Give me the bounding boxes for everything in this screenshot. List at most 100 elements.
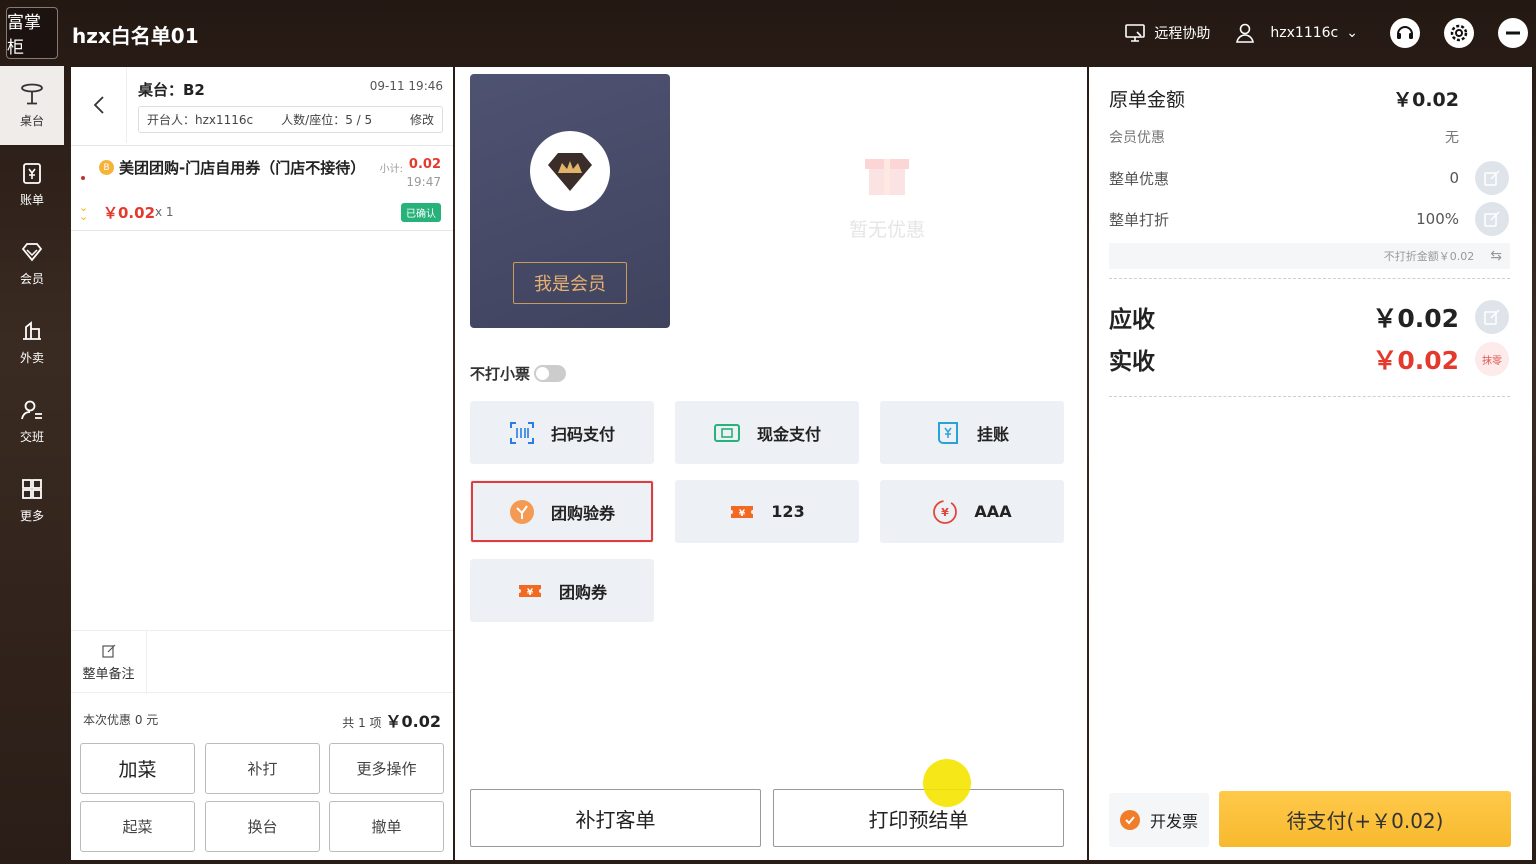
- app-logo: 富掌柜: [6, 7, 58, 59]
- sidebar-item-shift[interactable]: 交班: [0, 382, 64, 461]
- sidebar-item-delivery[interactable]: 外卖: [0, 303, 64, 382]
- status-badge: 已确认: [401, 203, 441, 222]
- total-amount: ￥0.02: [385, 712, 441, 731]
- svg-text:¥: ¥: [942, 506, 950, 519]
- scan-pay-button[interactable]: 扫码支付: [470, 401, 654, 464]
- edit-order-rate-button[interactable]: [1475, 202, 1509, 236]
- no-receipt-toggle[interactable]: [534, 365, 567, 382]
- sidebar-item-label: 更多: [19, 509, 44, 523]
- remote-help-button[interactable]: 远程协助: [1124, 22, 1210, 44]
- sidebar-item-label: 会员: [19, 272, 44, 286]
- sidebar-item-members[interactable]: 会员: [0, 224, 64, 303]
- item-price: ￥0.02: [103, 204, 156, 222]
- member-discount-row: 会员优惠 无: [1109, 126, 1509, 148]
- opener-text: 开台人：hzx1116c: [147, 113, 254, 127]
- table-icon: [21, 83, 43, 105]
- scan-icon: [509, 421, 534, 444]
- order-note-label: 整单备注: [82, 667, 135, 682]
- cash-pay-button[interactable]: 现金支付: [675, 401, 859, 464]
- sidebar-item-label: 交班: [19, 430, 44, 444]
- chevron-down-icon: ⌄: [1346, 25, 1358, 41]
- change-table-button[interactable]: 换台: [205, 801, 320, 852]
- shift-icon: [21, 400, 42, 420]
- gear-icon: [1450, 24, 1468, 42]
- add-dish-button[interactable]: 加菜: [80, 743, 195, 794]
- sidebar-item-label: 外卖: [19, 351, 44, 365]
- print-prebill-button[interactable]: 打印预结单: [773, 789, 1064, 847]
- reprint-guest-bill-button[interactable]: 补打客单: [470, 789, 761, 847]
- top-bar: 富掌柜 hzx白名单01 远程协助 hzx1116c ⌄: [0, 0, 1536, 66]
- user-menu[interactable]: hzx1116c ⌄: [1234, 22, 1358, 44]
- modify-link[interactable]: 修改: [410, 111, 434, 128]
- round-off-button[interactable]: 抹零: [1475, 342, 1509, 376]
- edit-icon: [101, 644, 115, 658]
- crown-diamond-icon: [530, 131, 610, 211]
- order-total: 共 1 项 ￥0.02: [342, 708, 441, 732]
- monitor-icon: [1125, 24, 1146, 42]
- settings-button[interactable]: [1444, 18, 1474, 48]
- edit-order-discount-button[interactable]: [1475, 161, 1509, 195]
- no-receipt-toggle-row: 不打小票: [470, 363, 567, 384]
- order-note-button[interactable]: 整单备注: [71, 631, 147, 694]
- support-button[interactable]: [1390, 18, 1420, 48]
- order-discount-value: 0: [1449, 169, 1459, 187]
- divider: [1109, 396, 1510, 397]
- user-icon: [1236, 23, 1255, 43]
- sidebar: 桌台 账单 会员 外卖 交班 更多: [0, 66, 64, 864]
- no-discount-text: 暂无优惠: [848, 219, 925, 241]
- order-panel: 桌台：B2 09-11 19:46 开台人：hzx1116c 人数/座位：5 /…: [71, 67, 453, 860]
- sidebar-item-tables[interactable]: 桌台: [0, 66, 64, 145]
- swap-icon[interactable]: ⇆: [1490, 248, 1502, 264]
- paid-value: ￥0.02: [1372, 346, 1459, 375]
- sidebar-item-label: 桌台: [19, 114, 44, 128]
- payment-label: 扫码支付: [550, 424, 615, 444]
- groupbuy-coupon-button[interactable]: ¥ 团购券: [470, 559, 654, 622]
- credit-button[interactable]: 挂账: [880, 401, 1064, 464]
- member-card[interactable]: 我是会员: [470, 74, 670, 328]
- order-rate-row: 整单打折 100%: [1109, 202, 1509, 236]
- original-amount-row: 原单金额 ￥0.02: [1109, 83, 1509, 113]
- store-title: hzx白名单01: [72, 24, 199, 48]
- pay-button[interactable]: 待支付(+￥0.02): [1219, 791, 1511, 847]
- subtotal-label: 小计:: [379, 164, 403, 175]
- order-discount-row: 整单优惠 0: [1109, 161, 1509, 195]
- item-name: 美团团购-门店自用券（门店不接待）: [119, 159, 366, 177]
- i-am-member-button[interactable]: 我是会员: [513, 262, 627, 304]
- member-discount-value: 无: [1445, 130, 1459, 146]
- remote-help-label: 远程协助: [1154, 26, 1211, 42]
- edit-icon: [1484, 211, 1500, 227]
- sidebar-item-more[interactable]: 更多: [0, 461, 64, 540]
- item-dot: [81, 176, 85, 180]
- payment-123-button[interactable]: ¥ 123: [675, 480, 859, 543]
- headset-icon: [1397, 26, 1413, 39]
- invoice-label: 开发票: [1149, 812, 1198, 831]
- original-amount-label: 原单金额: [1109, 88, 1186, 111]
- sidebar-item-label: 账单: [19, 193, 44, 207]
- cancel-order-button[interactable]: 撤单: [329, 801, 444, 852]
- minimize-button[interactable]: [1498, 18, 1528, 48]
- edit-receivable-button[interactable]: [1475, 300, 1509, 334]
- groupbuy-verify-button[interactable]: 团购验券: [470, 480, 654, 543]
- back-button[interactable]: [71, 67, 127, 143]
- table-info-box: 开台人：hzx1116c 人数/座位：5 / 5 修改: [138, 106, 443, 133]
- edit-icon: [1484, 170, 1500, 186]
- nodiscount-amount-bar: 不打折金额￥0.02 ⇆: [1109, 243, 1510, 269]
- invoice-checkbox[interactable]: 开发票: [1109, 793, 1209, 847]
- order-rate-value: 100%: [1416, 210, 1459, 228]
- receivable-label: 应收: [1109, 307, 1155, 333]
- note-area: 整单备注: [71, 630, 453, 694]
- payment-aaa-button[interactable]: ¥ AAA: [880, 480, 1064, 543]
- reprint-button[interactable]: 补打: [205, 743, 320, 794]
- double-chevron-down-icon: ⌄ ⌄: [79, 201, 89, 223]
- credit-icon: [937, 421, 958, 444]
- ticket-icon: ¥: [731, 505, 754, 519]
- payment-label: 团购券: [558, 582, 607, 602]
- receivable-row: 应收 ￥0.02: [1109, 299, 1509, 335]
- username: hzx1116c: [1270, 25, 1339, 41]
- more-actions-button[interactable]: 更多操作: [329, 743, 444, 794]
- sidebar-item-bills[interactable]: 账单: [0, 145, 64, 224]
- discount-text: 本次优惠 0 元: [83, 713, 159, 727]
- svg-text:¥: ¥: [739, 509, 746, 519]
- order-item-row[interactable]: B 美团团购-门店自用券（门店不接待） 小计: 0.02 19:47 ⌄ ⌄ ￥0…: [71, 145, 453, 231]
- serve-button[interactable]: 起菜: [80, 801, 195, 852]
